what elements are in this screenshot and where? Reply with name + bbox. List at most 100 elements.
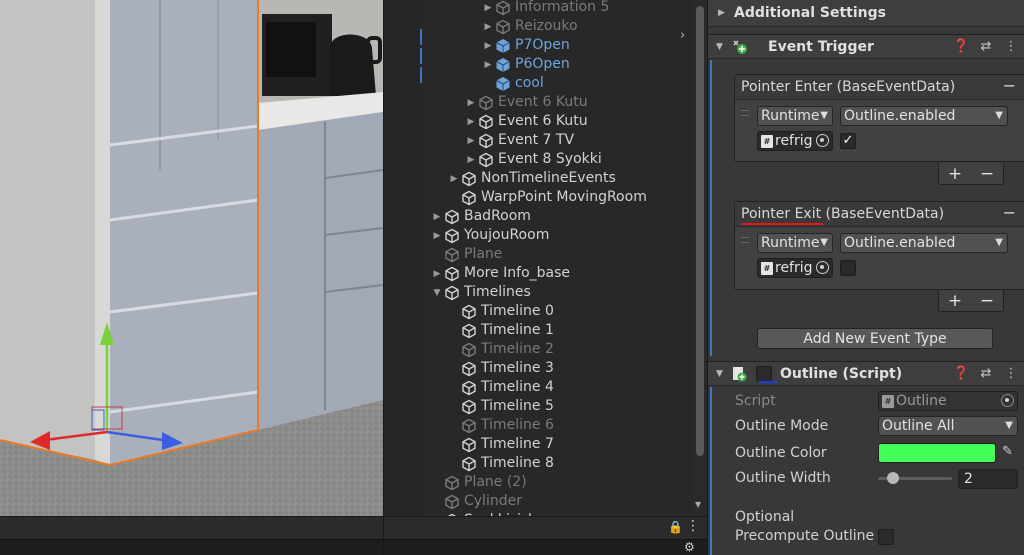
gameobject-cube-icon xyxy=(479,133,493,148)
event-trigger-icon xyxy=(732,39,748,55)
hierarchy-item[interactable]: ▶ NonTimelineEvents xyxy=(447,169,616,188)
foldout-right-icon[interactable]: ▶ xyxy=(481,41,495,51)
foldout-right-icon[interactable]: ▶ xyxy=(430,231,444,241)
hierarchy-item[interactable]: ▶ Event 8 Syokki xyxy=(464,150,602,169)
component-enabled-checkbox[interactable] xyxy=(756,365,772,382)
hierarchy-scrollbar[interactable]: ▼ xyxy=(693,0,707,516)
help-icon[interactable]: ❓ xyxy=(953,366,969,381)
hierarchy-item[interactable]: ▶ Event 6 Kutu xyxy=(464,93,588,112)
hierarchy-item[interactable]: cool xyxy=(481,74,544,93)
hierarchy-item[interactable]: ▶ More Info_base xyxy=(430,264,571,283)
gameobject-cube-icon xyxy=(462,304,476,319)
object-picker-icon[interactable] xyxy=(816,134,829,147)
hierarchy-item[interactable]: Timeline 8 xyxy=(447,454,554,473)
list-add-remove[interactable]: + − xyxy=(938,163,1004,185)
foldout-down-icon[interactable]: ▼ xyxy=(430,288,444,298)
add-listener-button[interactable]: + xyxy=(948,291,962,311)
outline-color-field[interactable] xyxy=(878,443,996,463)
caret-down-icon: ▼ xyxy=(820,110,828,121)
scroll-down-icon[interactable]: ▼ xyxy=(695,500,701,509)
kebab-menu-icon[interactable]: ⋮ xyxy=(1003,39,1019,54)
add-new-event-type-button[interactable]: Add New Event Type xyxy=(757,328,993,349)
foldout-down-icon[interactable]: ▼ xyxy=(716,42,732,52)
foldout-right-icon[interactable]: ▶ xyxy=(430,212,444,222)
scrollbar-thumb[interactable] xyxy=(696,6,704,456)
preset-sliders-icon[interactable]: ⇄ xyxy=(978,39,994,54)
hierarchy-item[interactable]: Timeline 2 xyxy=(447,340,554,359)
hierarchy-item[interactable]: ▶ YoujouRoom xyxy=(430,226,550,245)
gear-icon[interactable]: ⚙ xyxy=(684,540,695,554)
object-picker-icon[interactable] xyxy=(816,261,829,274)
hierarchy-item[interactable]: ▶ Event 7 TV xyxy=(464,131,575,150)
hierarchy-item[interactable]: Timeline 7 xyxy=(447,435,554,454)
remove-listener-button[interactable]: − xyxy=(980,291,994,311)
hierarchy-item[interactable]: ▶ Information 5 xyxy=(481,0,610,17)
kebab-menu-icon[interactable]: ⋮ xyxy=(1003,366,1019,381)
outline-mode-dropdown[interactable]: Outline All ▼ xyxy=(878,416,1018,436)
hierarchy-item-label: Event 6 Kutu xyxy=(498,113,588,129)
lock-icon[interactable]: 🔒 xyxy=(668,520,683,534)
help-icon[interactable]: ❓ xyxy=(953,39,969,54)
foldout-right-icon[interactable]: ▶ xyxy=(481,22,495,32)
scene-render[interactable] xyxy=(0,0,383,516)
foldout-right-icon[interactable]: ▶ xyxy=(481,3,495,13)
precompute-outline-checkbox[interactable] xyxy=(878,529,894,545)
event-trigger-title: Event Trigger xyxy=(768,38,874,55)
hierarchy-item[interactable]: Plane (2) xyxy=(430,473,527,492)
hierarchy-item[interactable]: Timeline 6 xyxy=(447,416,554,435)
event-trigger-header[interactable]: ▼ Event Trigger ❓ ⇄ ⋮ xyxy=(708,34,1024,59)
function-dropdown[interactable]: Outline.enabled ▼ xyxy=(840,233,1008,253)
scene-view[interactable] xyxy=(0,0,383,516)
hierarchy-item-label: P7Open xyxy=(515,37,570,53)
hierarchy-item[interactable]: Timeline 5 xyxy=(447,397,554,416)
foldout-right-icon[interactable]: ▶ xyxy=(464,136,478,146)
drag-handle-icon[interactable] xyxy=(741,237,749,243)
foldout-right-icon[interactable]: ▶ xyxy=(447,174,461,184)
list-add-remove[interactable]: + − xyxy=(938,290,1004,312)
script-component-icon xyxy=(732,366,748,382)
additional-settings-header[interactable]: ▶ Additional Settings xyxy=(708,0,1024,27)
hierarchy-item-label: WarpPoint MovingRoom xyxy=(481,189,647,205)
script-icon: # xyxy=(761,134,773,148)
foldout-right-icon[interactable]: ▶ xyxy=(464,98,478,108)
hierarchy-item[interactable]: ▼ Timelines xyxy=(430,283,531,302)
hierarchy-item[interactable]: Timeline 4 xyxy=(447,378,554,397)
remove-event-button[interactable]: − xyxy=(1003,203,1016,222)
hierarchy-item[interactable]: Cylinder xyxy=(430,492,522,511)
runtime-mode-dropdown[interactable]: Runtime ▼ xyxy=(757,106,833,126)
foldout-right-icon[interactable]: ▶ xyxy=(464,117,478,127)
hierarchy-item[interactable]: Timeline 3 xyxy=(447,359,554,378)
slider-handle[interactable] xyxy=(886,472,899,484)
inspector-panel[interactable]: ▶ Additional Settings ▼ Event Trigger ❓ … xyxy=(707,0,1024,555)
hierarchy-item[interactable]: ▶ Event 6 Kutu xyxy=(464,112,588,131)
foldout-right-icon[interactable]: ▶ xyxy=(430,269,444,279)
foldout-right-icon[interactable]: ▶ xyxy=(718,8,734,18)
kebab-menu-icon[interactable]: ⋮ xyxy=(686,518,700,534)
hierarchy-item[interactable]: Timeline 1 xyxy=(447,321,554,340)
function-dropdown[interactable]: Outline.enabled ▼ xyxy=(840,106,1008,126)
hierarchy-item[interactable]: Timeline 0 xyxy=(447,302,554,321)
foldout-down-icon[interactable]: ▼ xyxy=(716,369,732,379)
hierarchy-item[interactable]: Plane xyxy=(430,245,502,264)
eyedropper-icon[interactable]: ✎ xyxy=(1002,444,1013,459)
preset-sliders-icon[interactable]: ⇄ xyxy=(978,366,994,381)
drag-handle-icon[interactable] xyxy=(741,110,749,116)
hierarchy-item[interactable]: ▶ P6Open xyxy=(481,55,570,74)
outline-width-input[interactable]: 2 xyxy=(958,469,1018,489)
remove-listener-button[interactable]: − xyxy=(980,164,994,184)
target-object-field[interactable]: # refrig xyxy=(757,131,833,151)
add-listener-button[interactable]: + xyxy=(948,164,962,184)
hierarchy-item[interactable]: ▶ P7Open xyxy=(481,36,570,55)
hierarchy-item[interactable]: ▶ Reizouko xyxy=(481,17,578,36)
chevron-right-icon[interactable]: › xyxy=(680,28,685,43)
outline-script-header[interactable]: ▼ Outline (Script) ❓ ⇄ ⋮ xyxy=(708,361,1024,386)
hierarchy-item[interactable]: WarpPoint MovingRoom xyxy=(447,188,647,207)
hierarchy-item[interactable]: ▶ BadRoom xyxy=(430,207,531,226)
enabled-checkbox[interactable] xyxy=(840,260,856,276)
runtime-mode-dropdown[interactable]: Runtime ▼ xyxy=(757,233,833,253)
target-object-field[interactable]: # refrig xyxy=(757,258,833,278)
remove-event-button[interactable]: − xyxy=(1003,76,1016,95)
foldout-right-icon[interactable]: ▶ xyxy=(464,155,478,165)
enabled-checkbox[interactable]: ✓ xyxy=(840,133,856,149)
foldout-right-icon[interactable]: ▶ xyxy=(481,60,495,70)
